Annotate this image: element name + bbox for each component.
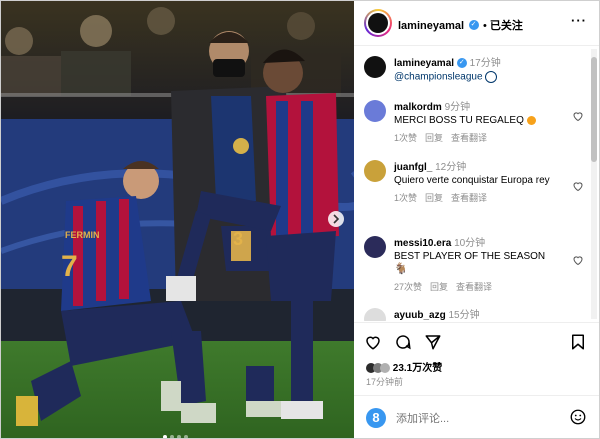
like-comment-icon[interactable] xyxy=(572,110,584,122)
comment-time: 9分钟 xyxy=(444,102,471,113)
champions-league-icon xyxy=(485,71,498,83)
jersey-number-left: 7 xyxy=(61,250,78,283)
likes-count[interactable]: 23.1万次赞 xyxy=(366,359,442,374)
add-comment-bar: 8 xyxy=(354,395,599,438)
emoji-icon xyxy=(526,115,536,125)
comment-username[interactable]: messi10.era xyxy=(394,238,451,249)
post-header: lamineyamal ✓ • 已关注 ··· xyxy=(354,1,599,46)
author-line: lamineyamal ✓ • 已关注 xyxy=(398,19,523,32)
comment-icon[interactable] xyxy=(394,333,412,351)
carousel-dot xyxy=(176,435,181,438)
author-username[interactable]: lamineyamal xyxy=(398,20,464,32)
jersey-number-mid: 3 xyxy=(233,229,243,249)
commenter-avatar: 8 xyxy=(366,408,386,428)
comment-likes-count[interactable]: 27次赞 xyxy=(394,282,422,292)
post-panel: lamineyamal ✓ • 已关注 ··· lamineyamal ✓ 17… xyxy=(354,1,599,438)
verified-icon: ✓ xyxy=(468,19,479,30)
scrollbar-thumb[interactable] xyxy=(591,57,597,162)
comment-text: BEST PLAYER OF THE SEASON 🐐 xyxy=(394,251,546,275)
post-actions: 23.1万次赞 17分钟前 8 xyxy=(354,322,599,438)
comment-username[interactable]: malkordm xyxy=(394,102,442,113)
carousel-dot xyxy=(183,435,188,438)
caption-username[interactable]: lamineyamal xyxy=(394,58,454,69)
add-comment-input[interactable] xyxy=(394,408,548,430)
like-comment-icon[interactable] xyxy=(572,180,584,192)
reply-button[interactable]: 回复 xyxy=(425,193,443,203)
share-icon[interactable] xyxy=(424,333,442,351)
jersey-name: FERMIN xyxy=(65,230,100,240)
see-translation-button[interactable]: 查看翻译 xyxy=(451,133,487,143)
photo-illustration: FERMIN 7 3 xyxy=(1,1,354,438)
caption-time: 17分钟 xyxy=(469,58,501,69)
verified-icon: ✓ xyxy=(456,58,467,69)
comment-likes-count[interactable]: 1次赞 xyxy=(394,193,417,203)
like-icon[interactable] xyxy=(364,333,382,351)
comment-avatar[interactable] xyxy=(364,100,386,122)
comment-avatar[interactable] xyxy=(364,308,386,321)
carousel-dot xyxy=(162,435,167,438)
comment-text: Quiero verte conquistar Europa rey xyxy=(394,175,550,186)
see-translation-button[interactable]: 查看翻译 xyxy=(451,193,487,203)
save-bookmark-icon[interactable] xyxy=(569,333,587,351)
reply-button[interactable]: 回复 xyxy=(430,282,448,292)
next-photo-button[interactable] xyxy=(328,211,344,227)
carousel-dot xyxy=(169,435,174,438)
liker-avatar xyxy=(380,363,390,374)
emoji-picker-icon[interactable] xyxy=(569,408,587,426)
follow-status-button[interactable]: 已关注 xyxy=(490,20,523,32)
comment-time: 12分钟 xyxy=(435,162,467,173)
post-photo[interactable]: FERMIN 7 3 xyxy=(1,1,354,438)
chevron-right-icon xyxy=(333,214,340,224)
caption-avatar[interactable] xyxy=(364,56,386,78)
comment-likes-count[interactable]: 1次赞 xyxy=(394,133,417,143)
more-options-icon[interactable]: ··· xyxy=(571,13,587,28)
comment-avatar[interactable] xyxy=(364,160,386,182)
comment-text: MERCI BOSS TU REGALEQ xyxy=(394,115,569,127)
comment-time: 10分钟 xyxy=(454,238,486,249)
comments-scrollbar[interactable] xyxy=(591,49,597,319)
post-time: 17分钟前 xyxy=(366,377,404,387)
author-avatar[interactable] xyxy=(364,9,392,37)
carousel-dots xyxy=(161,426,189,438)
comment-avatar[interactable] xyxy=(364,236,386,258)
see-translation-button[interactable]: 查看翻译 xyxy=(456,282,492,292)
caption-mention[interactable]: @championsleague xyxy=(394,71,569,84)
emoji-icon: 🐐 xyxy=(394,263,408,275)
like-comment-icon[interactable] xyxy=(572,254,584,266)
comment-username[interactable]: juanfgl_ xyxy=(394,162,432,173)
comments-list[interactable]: lamineyamal ✓ 17分钟 @championsleague malk… xyxy=(354,46,599,321)
comment-time: 15分钟 xyxy=(448,310,480,321)
comment-username[interactable]: ayuub_azg xyxy=(394,310,446,321)
instagram-post-window: FERMIN 7 3 lamineyamal ✓ • 已关注 ··· lamin… xyxy=(0,0,600,439)
reply-button[interactable]: 回复 xyxy=(425,133,443,143)
